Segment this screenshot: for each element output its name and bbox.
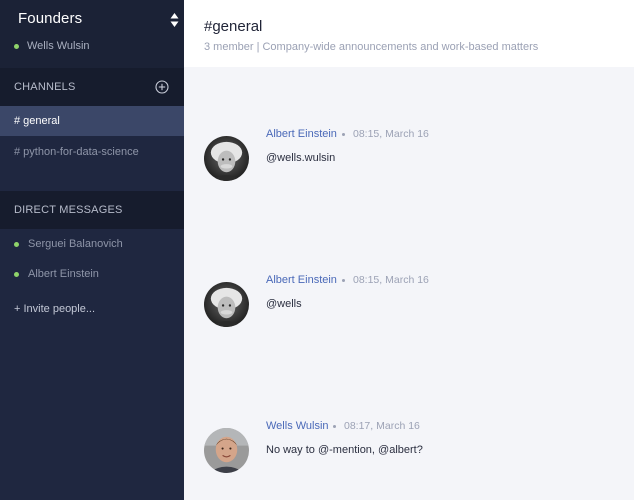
- invite-people-label: + Invite people...: [14, 303, 96, 315]
- message-text: @wells: [266, 298, 302, 310]
- dm-item-label: Serguei Balanovich: [28, 238, 123, 250]
- message-author[interactable]: Albert Einstein: [266, 128, 337, 140]
- current-user: Wells Wulsin: [14, 40, 90, 52]
- channel-title: #general: [204, 18, 263, 35]
- channel-description: 3 member | Company-wide announcements an…: [204, 41, 539, 53]
- direct-message-list: Serguei Balanovich Albert Einstein + Inv…: [0, 229, 184, 500]
- message-item: Albert Einstein 08:15, March 16 @wells: [184, 274, 634, 344]
- team-switcher-icon[interactable]: [170, 12, 179, 28]
- add-channel-icon[interactable]: [155, 80, 169, 94]
- message-item: Wells Wulsin 08:17, March 16 No way to @…: [184, 420, 634, 490]
- direct-messages-heading-label: DIRECT MESSAGES: [14, 204, 123, 216]
- channel-header: #general 3 member | Company-wide announc…: [184, 0, 634, 67]
- avatar[interactable]: [204, 428, 249, 473]
- dm-item-serguei-balanovich[interactable]: Serguei Balanovich: [0, 229, 184, 259]
- message-meta: 08:15, March 16: [342, 128, 429, 140]
- team-header: Founders Wells Wulsin: [0, 0, 184, 68]
- channels-heading: CHANNELS: [0, 68, 184, 106]
- separator-dot-icon: [342, 132, 345, 136]
- message-text: @wells.wulsin: [266, 152, 336, 164]
- separator-dot-icon: [342, 278, 345, 282]
- channel-item-label: # general: [14, 115, 60, 127]
- channel-item-label: # python-for-data-science: [14, 146, 139, 158]
- message-author[interactable]: Wells Wulsin: [266, 420, 329, 432]
- online-status-icon: [14, 271, 19, 277]
- message-item: Albert Einstein 08:15, March 16 @wells.w…: [184, 128, 634, 198]
- avatar[interactable]: [204, 282, 249, 327]
- team-name[interactable]: Founders: [18, 10, 82, 27]
- message-time: 08:17, March 16: [344, 420, 420, 432]
- message-meta: 08:15, March 16: [342, 274, 429, 286]
- online-status-icon: [14, 241, 19, 247]
- message-time: 08:15, March 16: [353, 128, 429, 140]
- sidebar: Founders Wells Wulsin CHANNELS # general…: [0, 0, 184, 500]
- avatar[interactable]: [204, 136, 249, 181]
- dm-item-label: Albert Einstein: [28, 268, 99, 280]
- dm-item-albert-einstein[interactable]: Albert Einstein: [0, 259, 184, 289]
- message-meta: 08:17, March 16: [333, 420, 420, 432]
- online-status-icon: [14, 43, 19, 49]
- direct-messages-heading: DIRECT MESSAGES: [0, 191, 184, 229]
- channel-list: # general # python-for-data-science: [0, 106, 184, 191]
- channel-item-general[interactable]: # general: [0, 106, 184, 136]
- channels-heading-label: CHANNELS: [14, 81, 76, 93]
- channel-item-python-for-data-science[interactable]: # python-for-data-science: [0, 137, 184, 167]
- message-author[interactable]: Albert Einstein: [266, 274, 337, 286]
- separator-dot-icon: [333, 424, 336, 428]
- message-time: 08:15, March 16: [353, 274, 429, 286]
- invite-people-link[interactable]: + Invite people...: [0, 294, 184, 324]
- main-panel: #general 3 member | Company-wide announc…: [184, 0, 634, 500]
- message-text: No way to @-mention, @albert?: [266, 444, 423, 456]
- current-user-name: Wells Wulsin: [27, 40, 90, 52]
